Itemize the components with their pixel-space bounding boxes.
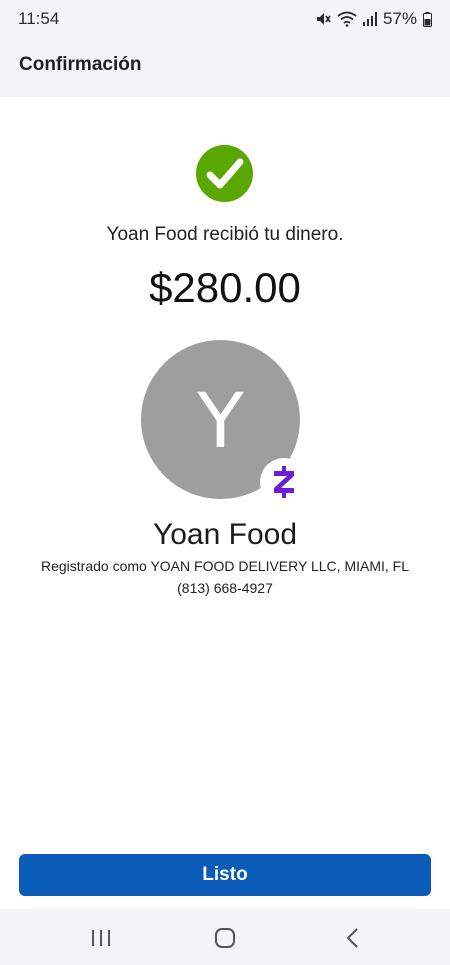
recent-apps-icon[interactable] [86,923,116,953]
navigation-bar [0,909,450,965]
done-button[interactable]: Listo [19,854,431,896]
confirmation-message: Yoan Food recibió tu dinero. [106,224,344,245]
battery-percent: 57% [382,9,417,28]
home-icon[interactable] [210,923,240,953]
recipient-phone: (813) 668-4927 [177,580,273,596]
signal-icon [362,12,377,26]
recipient-name: Yoan Food [152,518,298,551]
mute-icon [316,13,331,25]
page-title: Confirmación [19,54,142,75]
checkmark-circle-icon [196,145,253,202]
wifi-icon [337,11,357,27]
avatar-letter: Y [197,376,244,465]
registered-as: Registrado como YOAN FOOD DELIVERY LLC, … [40,558,409,574]
status-bar: 11:54 57% [0,0,450,40]
zelle-icon [274,466,294,498]
battery-icon [423,11,432,27]
amount: $280.00 [149,264,301,311]
status-icons: 57% [315,9,432,29]
zelle-badge [260,458,308,506]
header: Confirmación [0,40,450,97]
back-icon[interactable] [338,923,368,953]
status-time: 11:54 [18,9,60,28]
